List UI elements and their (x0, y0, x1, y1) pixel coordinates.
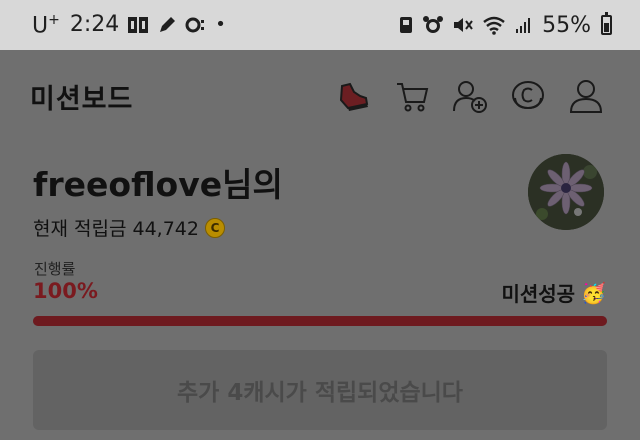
progress-label: 진행률 (34, 260, 76, 278)
reward-notice: 추가 4캐시가 적립되었습니다 (33, 350, 607, 430)
notification-dot-icon: • (215, 13, 226, 35)
profile-summary: freeoflove님의 현재 적립금 44,742 C (33, 158, 283, 241)
wifi-icon (483, 16, 505, 35)
sneaker-icon[interactable] (336, 78, 372, 114)
page-title: 미션보드 (30, 83, 134, 115)
alarm-icon (423, 16, 444, 33)
signal-icon (516, 18, 531, 33)
clock-time: 2:24 (69, 12, 120, 38)
progress-bar (33, 316, 607, 326)
add-friend-icon[interactable] (452, 78, 488, 114)
edit-icon (160, 16, 176, 32)
mission-status-text: 미션성공 (501, 282, 576, 306)
app-header: 미션보드 (0, 50, 640, 142)
status-bar-right: 55% (398, 12, 612, 38)
loop-icon (185, 17, 205, 33)
coin-badge-icon: C (204, 217, 225, 238)
save-icon (400, 17, 413, 33)
battery-icon (601, 12, 612, 35)
status-bar-left: U+ 2:24 • (32, 12, 226, 38)
profile-icon[interactable] (568, 78, 604, 114)
carrier-label: U+ (32, 11, 60, 39)
avatar[interactable] (528, 154, 604, 230)
mission-status: 미션성공 🥳 (501, 278, 606, 307)
header-icon-group (336, 78, 604, 114)
cart-icon[interactable] (394, 78, 430, 114)
nfc-icon (128, 16, 149, 33)
progress-bar-fill (33, 316, 607, 326)
progress-value: 100% (33, 279, 98, 303)
points-row: 현재 적립금 44,742 C (33, 214, 283, 241)
mute-icon (454, 18, 473, 32)
points-label: 현재 적립금 44,742 (33, 218, 199, 240)
battery-percent: 55% (542, 12, 591, 38)
flower-photo (528, 154, 604, 230)
coin-icon[interactable] (510, 78, 546, 114)
status-bar: U+ 2:24 • 55% (0, 0, 640, 50)
user-nickname: freeoflove님의 (33, 165, 283, 204)
party-face-icon: 🥳 (581, 280, 606, 305)
